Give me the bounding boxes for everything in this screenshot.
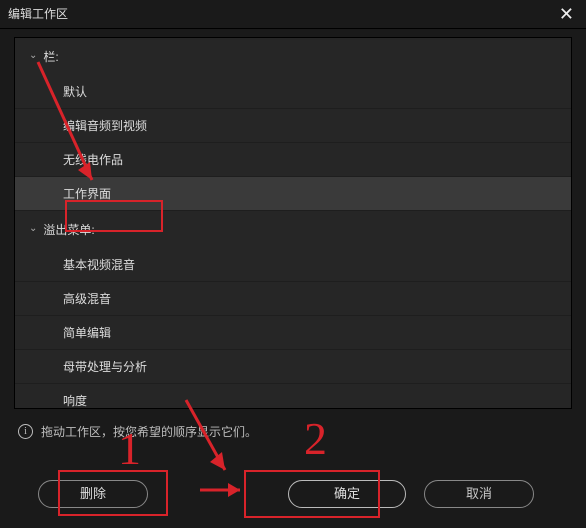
dialog-body: ⌄ 栏: 默认 编辑音频到视频 无线电作品 工作界面 ⌄ 溢出菜单: 基本视频混… [0, 29, 586, 440]
cancel-button[interactable]: 取消 [424, 480, 534, 508]
list-item-selected[interactable]: 工作界面 [15, 177, 571, 211]
info-icon: i [18, 424, 33, 439]
list-item[interactable]: 默认 [15, 75, 571, 109]
hint-row: i 拖动工作区，按您希望的顺序显示它们。 [14, 409, 572, 440]
list-item[interactable]: 无线电作品 [15, 143, 571, 177]
section-header-bar[interactable]: ⌄ 栏: [15, 38, 571, 75]
list-item[interactable]: 高级混音 [15, 282, 571, 316]
delete-button[interactable]: 删除 [38, 480, 148, 508]
dialog-title: 编辑工作区 [8, 0, 68, 28]
chevron-down-icon: ⌄ [29, 223, 37, 234]
section-header-overflow[interactable]: ⌄ 溢出菜单: [15, 211, 571, 248]
chevron-down-icon: ⌄ [29, 50, 37, 61]
title-bar: 编辑工作区 ✕ [0, 0, 586, 29]
close-icon[interactable]: ✕ [555, 0, 578, 28]
list-item[interactable]: 编辑音频到视频 [15, 109, 571, 143]
ok-button[interactable]: 确定 [288, 480, 406, 508]
list-item[interactable]: 响度 [15, 384, 571, 409]
list-item[interactable]: 简单编辑 [15, 316, 571, 350]
section-label: 溢出菜单: [43, 221, 94, 238]
workspace-list: ⌄ 栏: 默认 编辑音频到视频 无线电作品 工作界面 ⌄ 溢出菜单: 基本视频混… [14, 37, 572, 409]
list-item[interactable]: 基本视频混音 [15, 248, 571, 282]
list-item[interactable]: 母带处理与分析 [15, 350, 571, 384]
section-label: 栏: [43, 48, 58, 65]
button-row: 删除 确定 取消 [0, 480, 586, 508]
hint-text: 拖动工作区，按您希望的顺序显示它们。 [41, 423, 257, 440]
